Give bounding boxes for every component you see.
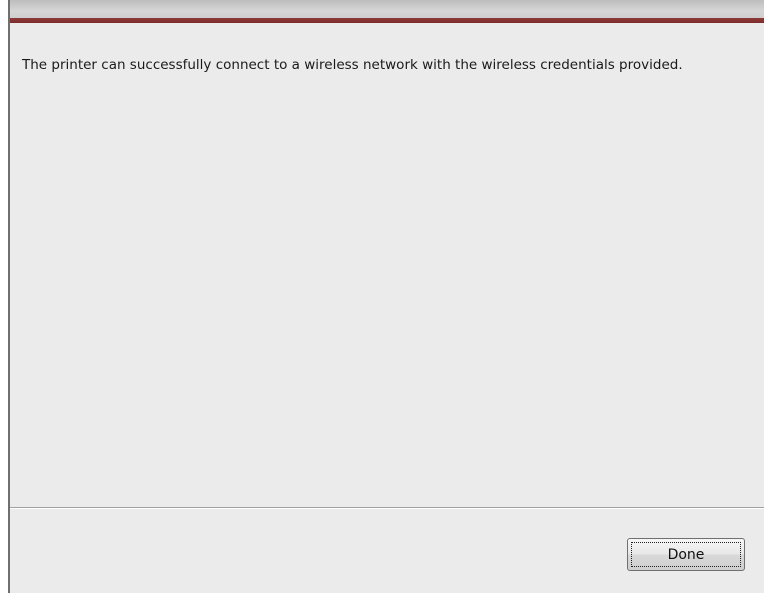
wireless-result-dialog: The printer can successfully connect to … [0,0,764,593]
status-message: The printer can successfully connect to … [22,57,683,73]
title-strip [8,0,764,18]
done-button-label: Done [667,546,705,563]
done-button-focus-ring: Done [631,542,741,567]
done-button[interactable]: Done [627,538,745,571]
content-panel [10,23,764,507]
